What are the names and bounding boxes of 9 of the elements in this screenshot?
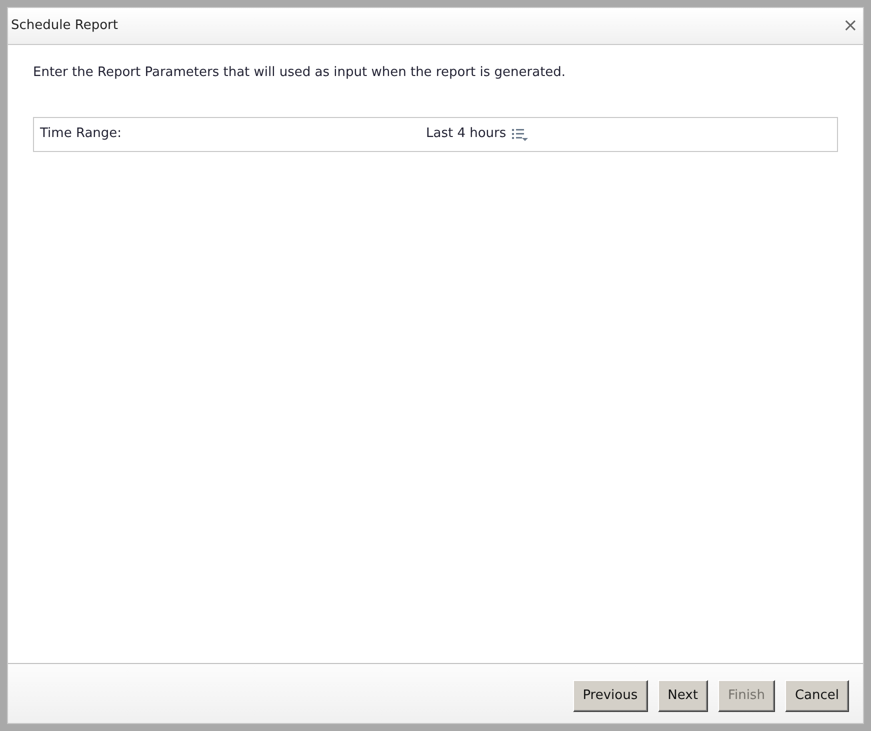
wizard-button[interactable]: Cancel [784,680,849,712]
list-dropdown-icon[interactable] [512,128,528,140]
parameter-value[interactable]: Last 4 hours [426,124,506,144]
wizard-button[interactable]: Next [658,680,708,712]
window-title: Schedule Report [11,17,118,36]
parameter-label: Time Range: [40,125,123,144]
wizard-button[interactable]: Previous [572,680,648,712]
instruction-text: Enter the Report Parameters that will used as input when the report is generated. [33,64,567,82]
close-button[interactable]: × [840,17,860,35]
